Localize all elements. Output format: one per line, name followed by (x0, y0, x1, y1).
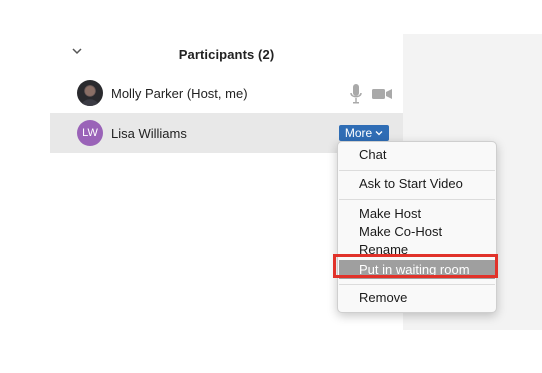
participant-name: Lisa Williams (111, 125, 187, 141)
video-camera-icon[interactable] (371, 87, 393, 101)
avatar: LW (77, 120, 103, 146)
menu-item-make-host[interactable]: Make Host (359, 206, 421, 221)
participant-name: Molly Parker (Host, me) (111, 85, 248, 101)
menu-item-remove[interactable]: Remove (359, 290, 407, 305)
menu-divider (339, 199, 495, 200)
participant-actions-menu: Chat Ask to Start Video Make Host Make C… (337, 141, 497, 313)
panel-title: Participants (2) (178, 47, 275, 62)
more-button-label: More (344, 126, 373, 140)
menu-item-label: Put in waiting room (359, 262, 470, 277)
microphone-icon[interactable] (349, 83, 363, 105)
avatar (77, 80, 103, 106)
menu-item-rename[interactable]: Rename (359, 242, 408, 257)
menu-divider (339, 284, 495, 285)
participants-window: Participants (2) Molly Parker (Host, me)… (0, 0, 542, 373)
menu-divider (339, 170, 495, 171)
menu-item-ask-start-video[interactable]: Ask to Start Video (359, 176, 463, 191)
menu-item-make-co-host[interactable]: Make Co-Host (359, 224, 442, 239)
menu-item-chat[interactable]: Chat (359, 147, 386, 162)
avatar-initials: LW (82, 127, 98, 139)
chevron-down-icon (375, 131, 383, 136)
more-button[interactable]: More (339, 125, 389, 141)
menu-item-put-in-waiting-room[interactable]: Put in waiting room (339, 260, 495, 279)
